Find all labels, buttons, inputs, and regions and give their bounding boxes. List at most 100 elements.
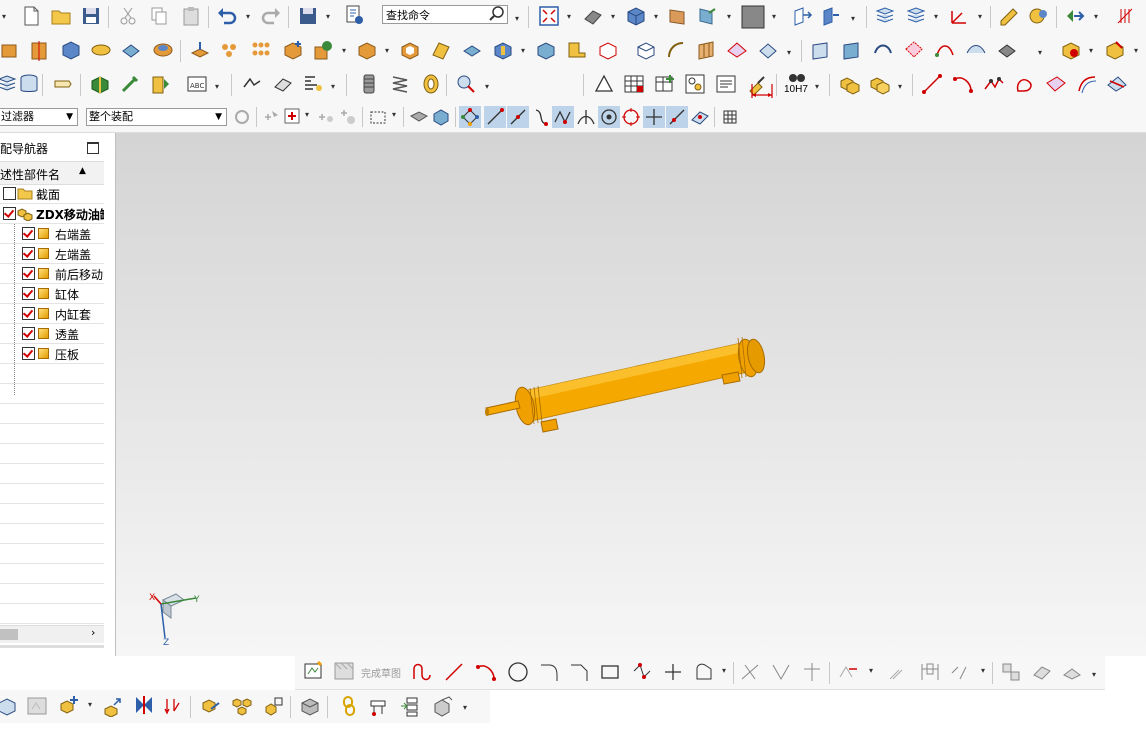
chain-icon[interactable] xyxy=(338,695,360,717)
spline-icon[interactable] xyxy=(983,73,1005,95)
show-dof-icon[interactable] xyxy=(162,695,184,717)
rectangle-select-icon[interactable] xyxy=(368,107,388,127)
snap-endpoint-icon[interactable] xyxy=(459,106,481,128)
wcs-dropdown-icon[interactable]: ▾ xyxy=(978,12,982,21)
snap-curve-icon[interactable] xyxy=(530,106,552,128)
relations-dropdown-icon[interactable]: ▾ xyxy=(981,666,985,675)
paste-icon[interactable] xyxy=(180,5,202,27)
tree-node-part[interactable]: 前后移动 xyxy=(0,263,104,284)
snap-on-surface-icon[interactable] xyxy=(689,106,711,128)
assembly-layout-icon[interactable] xyxy=(0,695,18,717)
subtract-icon[interactable] xyxy=(312,39,334,61)
visibility-checkbox[interactable] xyxy=(3,207,16,220)
bolt-icon[interactable] xyxy=(358,73,380,95)
pad-icon[interactable] xyxy=(90,39,112,61)
reuse-library-icon[interactable] xyxy=(89,73,111,95)
array-icon[interactable] xyxy=(219,39,241,61)
tree-node-section[interactable]: 截面 xyxy=(0,183,104,204)
open-folder-icon[interactable] xyxy=(50,5,72,27)
scroll-right-arrow-icon[interactable]: › xyxy=(91,626,95,639)
thicken-icon[interactable] xyxy=(492,39,514,61)
view-dropdown-icon[interactable]: ▾ xyxy=(567,12,571,21)
groove-icon[interactable] xyxy=(152,39,174,61)
gear-icon[interactable] xyxy=(455,73,477,95)
new-file-icon[interactable] xyxy=(20,5,42,27)
wcs-icon[interactable] xyxy=(948,5,970,27)
tree-node-part[interactable]: 压板 xyxy=(0,343,104,364)
interference-check-icon[interactable] xyxy=(432,695,454,717)
type-filter-select[interactable]: 过滤器 ▼ xyxy=(0,108,78,126)
project-curve-icon[interactable] xyxy=(1106,73,1128,95)
graphics-window[interactable]: X Y Z xyxy=(116,133,1146,656)
sketch-point-icon[interactable] xyxy=(662,661,684,683)
search-icon[interactable] xyxy=(488,5,506,23)
visibility-checkbox[interactable] xyxy=(3,187,16,200)
assembly-sequence-icon[interactable] xyxy=(26,695,48,717)
sheet-icon[interactable] xyxy=(430,39,452,61)
new-component-icon[interactable] xyxy=(868,73,890,95)
symbol-icon[interactable] xyxy=(684,73,706,95)
tree-node-part[interactable]: 右端盖 xyxy=(0,223,104,244)
selection-dropdown-icon[interactable]: ▾ xyxy=(305,110,309,119)
visibility-checkbox[interactable] xyxy=(22,307,35,320)
text-curve-icon[interactable] xyxy=(1045,73,1067,95)
trim-body-icon[interactable] xyxy=(356,39,378,61)
chamfer-icon[interactable] xyxy=(635,39,657,61)
analysis-icon[interactable] xyxy=(1064,5,1086,27)
hide-icon[interactable] xyxy=(1028,5,1050,27)
finish-sketch-label[interactable]: 完成草图 xyxy=(361,665,401,680)
mirror-assembly-icon[interactable] xyxy=(200,695,222,717)
snap-point-icon[interactable] xyxy=(643,106,665,128)
sketch-settings-icon[interactable] xyxy=(1000,661,1022,683)
command-finder-icon[interactable] xyxy=(344,4,366,26)
grid-snap-icon[interactable] xyxy=(1114,5,1136,27)
visibility-checkbox[interactable] xyxy=(22,327,35,340)
thicken-dropdown-icon[interactable]: ▾ xyxy=(521,46,525,55)
render-style-icon[interactable] xyxy=(582,5,604,27)
visibility-checkbox[interactable] xyxy=(22,347,35,360)
offset-sketch-icon[interactable] xyxy=(693,661,715,683)
sketch-line-icon[interactable] xyxy=(443,661,465,683)
visibility-checkbox[interactable] xyxy=(22,247,35,260)
tree-node-assembly[interactable]: ZDX移动油缸 xyxy=(0,203,104,224)
extrude-icon[interactable] xyxy=(0,39,22,61)
annotation-dropdown-icon[interactable]: ▾ xyxy=(331,82,335,91)
shaded-cube-icon[interactable] xyxy=(625,5,647,27)
wave-geometry-icon[interactable] xyxy=(398,695,420,717)
scrollbar-thumb[interactable] xyxy=(0,629,18,640)
analysis-dropdown-icon[interactable]: ▾ xyxy=(1094,12,1098,21)
background-icon[interactable] xyxy=(740,4,766,30)
tree-node-part[interactable]: 左端盖 xyxy=(0,243,104,264)
snap-control-point-icon[interactable] xyxy=(552,106,574,128)
link-dropdown-icon[interactable]: ▾ xyxy=(1134,46,1138,55)
auto-dimension-icon[interactable] xyxy=(919,661,941,683)
surface-dropdown-icon[interactable]: ▾ xyxy=(787,48,791,57)
add-component-icon[interactable] xyxy=(838,73,860,95)
make-corner-icon[interactable] xyxy=(801,661,823,683)
clip-dropdown-icon[interactable]: ▾ xyxy=(727,12,731,21)
route-icon[interactable] xyxy=(368,695,390,717)
add-to-selection-icon[interactable] xyxy=(282,106,302,126)
assembly-dropdown-icon[interactable]: ▾ xyxy=(1089,46,1093,55)
menu-dropdown-icon[interactable]: ▾ xyxy=(2,12,6,21)
snap-quadrant-icon[interactable] xyxy=(620,106,642,128)
insert-table-icon[interactable] xyxy=(654,73,676,95)
draft-icon[interactable] xyxy=(535,39,557,61)
circle-icon[interactable] xyxy=(507,661,529,683)
view-triad[interactable]: X Y Z xyxy=(146,588,206,648)
snap-midpoint-icon[interactable] xyxy=(507,106,529,128)
add-component-dropdown-icon[interactable]: ▾ xyxy=(88,700,92,709)
quick-trim-icon[interactable] xyxy=(739,661,761,683)
unite-icon[interactable] xyxy=(282,39,304,61)
horizontal-scrollbar[interactable]: › xyxy=(0,625,104,643)
layer-move-icon[interactable] xyxy=(905,5,927,27)
stack-icon[interactable] xyxy=(0,73,18,95)
pattern-icon[interactable] xyxy=(189,39,211,61)
select-body-icon[interactable] xyxy=(409,107,429,127)
dimension-icon[interactable] xyxy=(749,78,775,100)
fit-view-icon[interactable] xyxy=(538,5,560,27)
tolerance-icon[interactable]: 10H7 xyxy=(784,72,810,98)
tolerance-dropdown-icon[interactable]: ▾ xyxy=(815,82,819,91)
arc-icon[interactable] xyxy=(952,73,974,95)
chamfer-sketch-icon[interactable] xyxy=(568,661,590,683)
